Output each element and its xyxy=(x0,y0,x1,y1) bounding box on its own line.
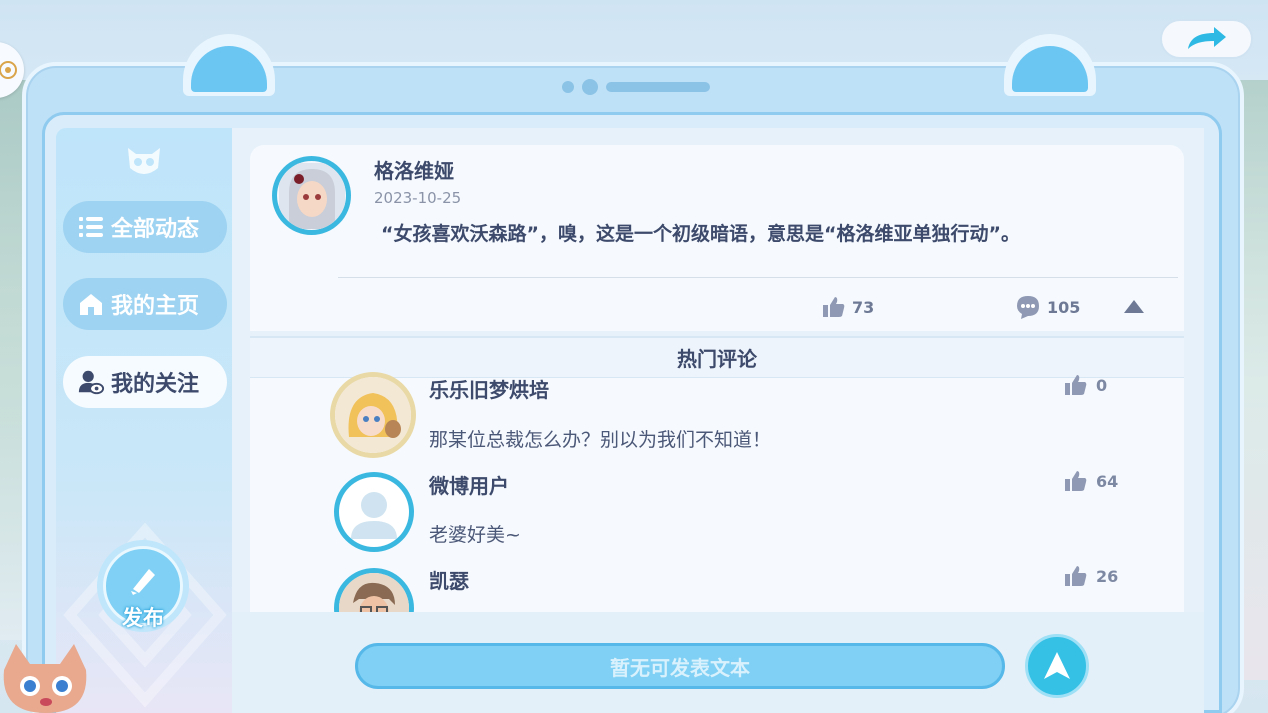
comment-like-count: 26 xyxy=(1096,566,1119,586)
sidebar-item-my-home[interactable]: 我的主页 xyxy=(63,278,227,330)
follow-icon xyxy=(77,368,105,396)
comment-input-placeholder: 暂无可发表文本 xyxy=(610,655,750,680)
comment-author-name[interactable]: 凯瑟 xyxy=(429,565,469,594)
frame-indicator xyxy=(562,79,710,95)
hot-comments-header: 热门评论 xyxy=(250,336,1184,378)
post-comment-button[interactable]: 105 xyxy=(1015,294,1080,320)
sidebar-item-all-activity[interactable]: 全部动态 xyxy=(63,201,227,253)
send-button[interactable] xyxy=(1025,634,1089,698)
share-button[interactable] xyxy=(1160,19,1253,59)
post-date: 2023-10-25 xyxy=(374,189,462,207)
sidebar-item-label: 我的主页 xyxy=(111,294,200,319)
hot-comments-title: 热门评论 xyxy=(677,347,757,371)
frame-ear-left xyxy=(183,34,275,96)
sidebar-item-label: 全部动态 xyxy=(111,217,200,242)
frame-ear-right xyxy=(1004,34,1096,96)
post-like-count: 73 xyxy=(852,297,875,317)
comment-author-name[interactable]: 乐乐旧梦烘培 xyxy=(429,374,549,403)
publish-button[interactable]: 发布 xyxy=(97,540,189,632)
thumbs-up-icon xyxy=(1065,566,1087,586)
girl-avatar-icon xyxy=(278,162,345,229)
thumbs-up-icon xyxy=(1065,471,1087,491)
default-user-icon xyxy=(351,492,397,539)
publish-label: 发布 xyxy=(122,606,164,630)
man-avatar-icon xyxy=(339,573,409,612)
comment-avatar[interactable] xyxy=(330,372,416,458)
cat-mascot-icon xyxy=(3,644,87,713)
comment-text: 那某位总裁怎么办？别以为我们不知道！ xyxy=(429,429,772,451)
comment-bubble-icon xyxy=(1017,296,1039,319)
sidebar-item-my-follows[interactable]: 我的关注 xyxy=(63,356,227,408)
comment-like-button[interactable]: 26 xyxy=(1064,564,1118,588)
post-author-avatar[interactable] xyxy=(272,156,351,235)
comment-row-clip xyxy=(250,560,1184,612)
comment-like-button[interactable]: 0 xyxy=(1064,373,1107,397)
comment-avatar[interactable] xyxy=(334,568,414,612)
comment-like-button[interactable]: 64 xyxy=(1064,469,1118,493)
post-like-button[interactable]: 73 xyxy=(822,295,874,319)
sidebar-item-label: 我的关注 xyxy=(111,372,200,397)
thumbs-up-icon xyxy=(823,297,845,317)
share-arrow-icon xyxy=(1187,27,1226,49)
thumbs-up-icon xyxy=(1065,375,1087,395)
post-author-name[interactable]: 格洛维娅 xyxy=(374,155,454,184)
post-text: “女孩喜欢沃森路”，嗅，这是一个初级暗语，意思是“格洛维亚单独行动”。 xyxy=(381,223,1020,245)
pen-icon xyxy=(131,569,155,595)
post-comment-count: 105 xyxy=(1047,297,1081,317)
comment-author-name[interactable]: 微博用户 xyxy=(429,470,509,499)
home-icon xyxy=(77,290,105,318)
comment-like-count: 0 xyxy=(1096,375,1108,395)
send-arrow-icon xyxy=(1044,652,1070,679)
blonde-avatar-icon xyxy=(335,377,411,453)
collapse-up-icon[interactable] xyxy=(1122,297,1146,315)
post-divider xyxy=(338,277,1178,278)
list-icon xyxy=(77,213,105,241)
comment-avatar[interactable] xyxy=(334,472,414,552)
comment-input[interactable]: 暂无可发表文本 xyxy=(355,643,1005,689)
owl-logo-icon xyxy=(122,138,166,182)
comment-text: 老婆好美~ xyxy=(429,524,521,546)
comment-like-count: 64 xyxy=(1096,471,1119,491)
